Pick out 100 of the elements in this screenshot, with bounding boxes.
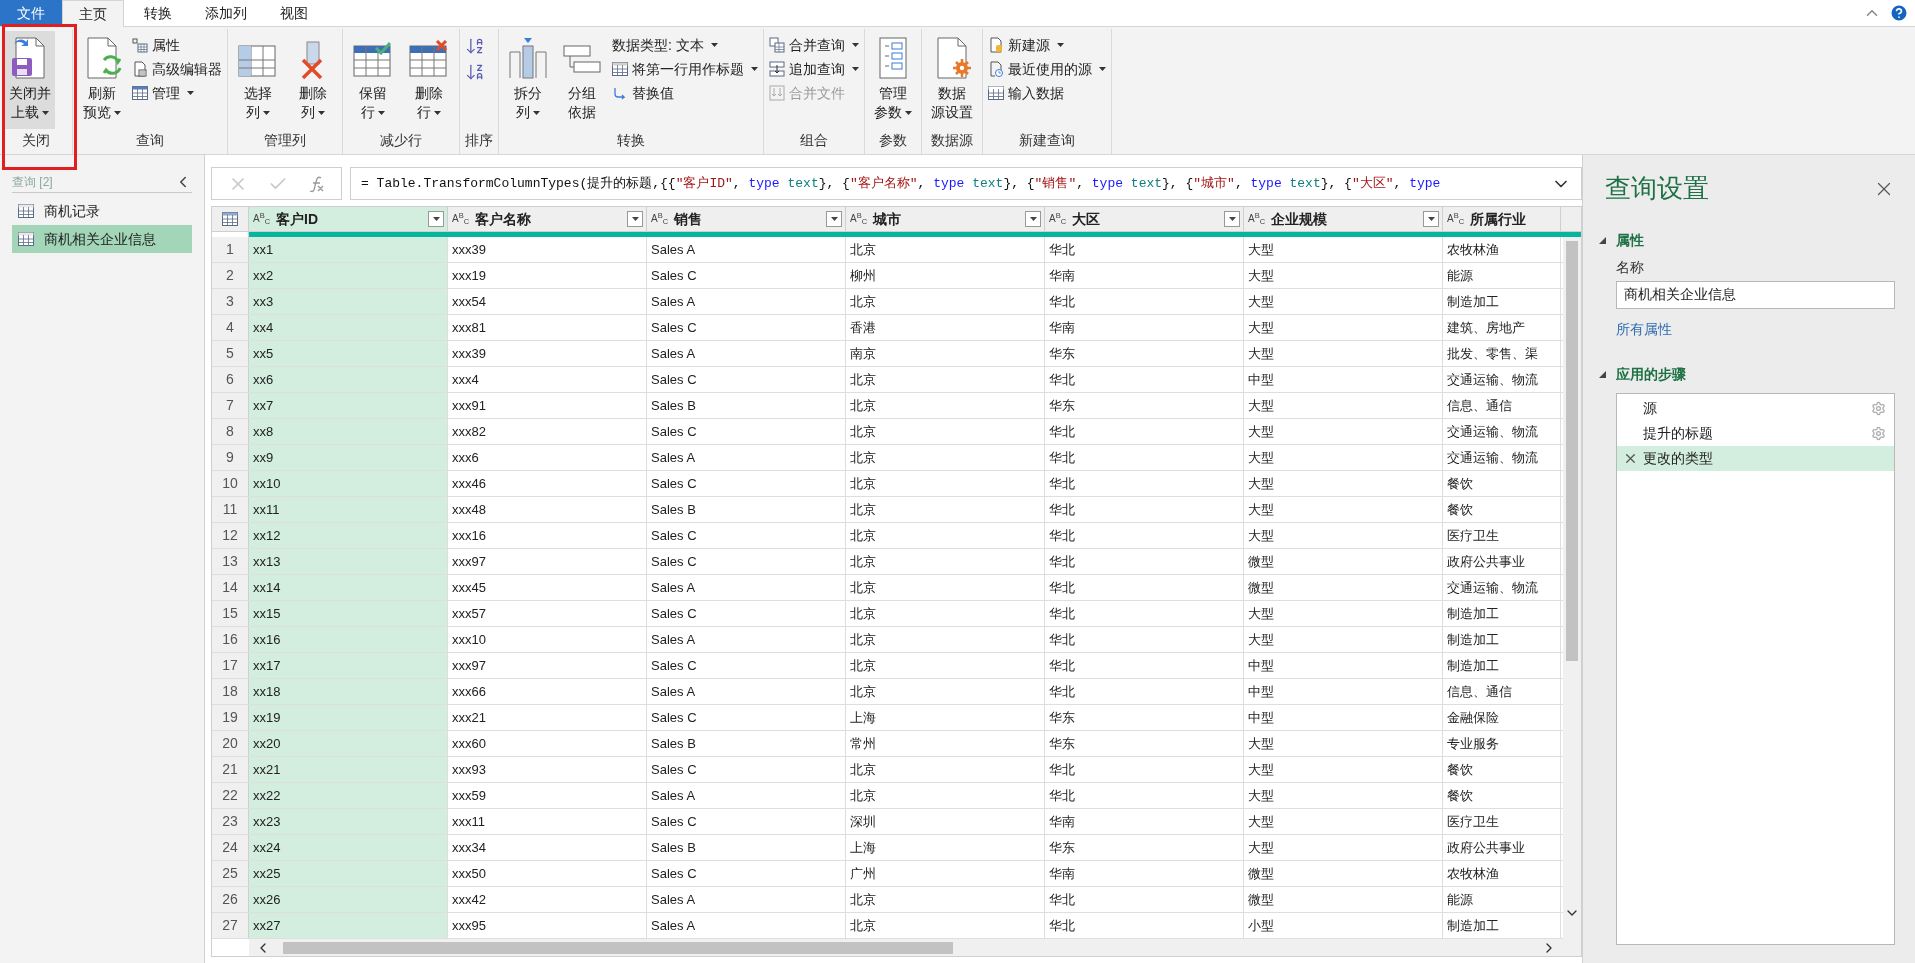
table-cell: xx20 [249,731,448,756]
table-cell: 华东 [1045,705,1244,730]
table-cell: Sales A [647,679,846,704]
collapse-triangle-icon[interactable] [1599,371,1606,378]
ribbon-tab[interactable]: 转换 [124,0,192,26]
ribbon-button[interactable]: 将第一行用作标题 [612,57,758,81]
table-cell: xxx45 [448,575,647,600]
table-cell: xx26 [249,887,448,912]
filter-button[interactable] [627,211,643,227]
ribbon-tab[interactable]: 主页 [62,0,124,27]
table-cell: 华东 [1045,341,1244,366]
table-cell: 大型 [1244,315,1443,340]
filter-button[interactable] [428,211,444,227]
ribbon-button[interactable]: 分组 依据 [558,31,606,129]
name-field[interactable]: 商机相关企业信息 [1616,281,1895,309]
table-cell: 华北 [1045,445,1244,470]
ribbon-button[interactable]: 管理 [132,81,222,105]
table-cell: 政府公共事业 [1443,549,1561,574]
table-cell: 大型 [1244,263,1443,288]
caret-icon [631,217,639,221]
ribbon-button[interactable]: 保留 行 [348,31,398,129]
ribbon-button[interactable]: 最近使用的源 [988,57,1106,81]
row-number: 1 [212,237,249,262]
column-name: 企业规模 [1271,209,1328,229]
column-header[interactable]: A$^{B}$$_{C}$ 企业规模 [1244,207,1443,231]
table-cell: 广州 [846,861,1045,886]
table-cell: 北京 [846,497,1045,522]
horizontal-scrollbar[interactable] [249,939,1581,956]
filter-button[interactable] [1423,211,1439,227]
ribbon-tab[interactable]: 文件 [0,0,62,26]
delete-step-icon[interactable] [1623,451,1638,466]
table-cell: 大型 [1244,237,1443,262]
table-cell: 北京 [846,471,1045,496]
function-icon[interactable] [308,174,325,193]
table-cell: Sales B [647,497,846,522]
table-cell: 香港 [846,315,1045,340]
table-icon [132,86,148,100]
ribbon-button[interactable]: 拆分 列 [504,31,552,129]
table-cell: 交通运输、物流 [1443,419,1561,444]
row-number: 9 [212,445,249,470]
vertical-scrollbar[interactable] [1563,237,1581,939]
table-cell: 交通运输、物流 [1443,575,1561,600]
table-cell: 批发、零售、渠 [1443,341,1561,366]
ribbon-button[interactable]: 替换值 [612,81,758,105]
table-cell: xx17 [249,653,448,678]
table-cell: 北京 [846,289,1045,314]
table-cell: 华北 [1045,783,1244,808]
ribbon-button[interactable]: 数据 源设置 [927,31,977,129]
applied-step[interactable]: 源 [1617,396,1894,421]
collapse-triangle-icon[interactable] [1599,237,1606,244]
sort-descending-icon [465,62,485,82]
ribbon-button[interactable]: 新建源 [988,33,1106,57]
ribbon-button[interactable]: 输入数据 [988,81,1106,105]
ribbon-button[interactable]: 高级编辑器 [132,57,222,81]
ribbon-button[interactable]: 数据类型: 文本 [612,33,758,57]
table-cell: 北京 [846,679,1045,704]
ribbon-button[interactable]: 刷新 预览 [78,31,126,129]
help-icon[interactable] [1889,3,1909,23]
table-cell: xxx97 [448,549,647,574]
table-cell: Sales A [647,575,846,600]
column-header[interactable]: A$^{B}$$_{C}$ 所属行业 [1443,207,1561,231]
table-cell: xx23 [249,809,448,834]
ribbon-button[interactable]: 属性 [132,33,222,57]
query-item[interactable]: 商机记录 [12,197,192,225]
table-cell: xx3 [249,289,448,314]
column-header[interactable]: A$^{B}$$_{C}$ 客户ID [249,207,448,231]
ribbon-tab[interactable]: 添加列 [192,0,260,26]
split-column-icon [508,36,548,80]
table-cell: Sales C [647,809,846,834]
table-cell: Sales C [647,315,846,340]
column-header[interactable]: A$^{B}$$_{C}$ 销售 [647,207,846,231]
ribbon-button[interactable]: 删除 行 [404,31,454,129]
ribbon-button[interactable]: 管理 参数 [870,31,916,129]
filter-button[interactable] [1025,211,1041,227]
table-cell: 中型 [1244,653,1443,678]
table-cell: 华北 [1045,653,1244,678]
query-item[interactable]: 商机相关企业信息 [12,225,192,253]
applied-step[interactable]: 提升的标题 [1617,421,1894,446]
column-header[interactable]: A$^{B}$$_{C}$ 大区 [1045,207,1244,231]
all-properties-link[interactable]: 所有属性 [1616,319,1895,340]
caret-icon [1228,217,1236,221]
ribbon-button[interactable]: 合并查询 [769,33,859,57]
column-header[interactable]: A$^{B}$$_{C}$ 客户名称 [448,207,647,231]
formula-bar[interactable]: = Table.TransformColumnTypes(提升的标题,{{"客户ID", type text}, {"客户名称", type text}, {"销售", type text}, {"城市", type text}, {"大区", type [350,167,1582,200]
ribbon-tab[interactable]: 视图 [260,0,328,26]
ribbon-button[interactable]: 选择 列 [233,31,283,129]
row-number: 4 [212,315,249,340]
ribbon-button[interactable]: 删除 列 [289,31,337,129]
ribbon-button[interactable]: 关闭并 上载 [5,31,55,129]
applied-step[interactable]: 更改的类型 [1617,446,1894,471]
ribbon-button[interactable]: 追加查询 [769,57,859,81]
table-cell: 华东 [1045,835,1244,860]
filter-button[interactable] [826,211,842,227]
table-cell: xxx39 [448,237,647,262]
column-header[interactable]: A$^{B}$$_{C}$ 城市 [846,207,1045,231]
group-label: 管理列 [263,131,307,150]
filter-button[interactable] [1224,211,1240,227]
row-number: 13 [212,549,249,574]
row-number: 19 [212,705,249,730]
table-cell: 医疗卫生 [1443,523,1561,548]
